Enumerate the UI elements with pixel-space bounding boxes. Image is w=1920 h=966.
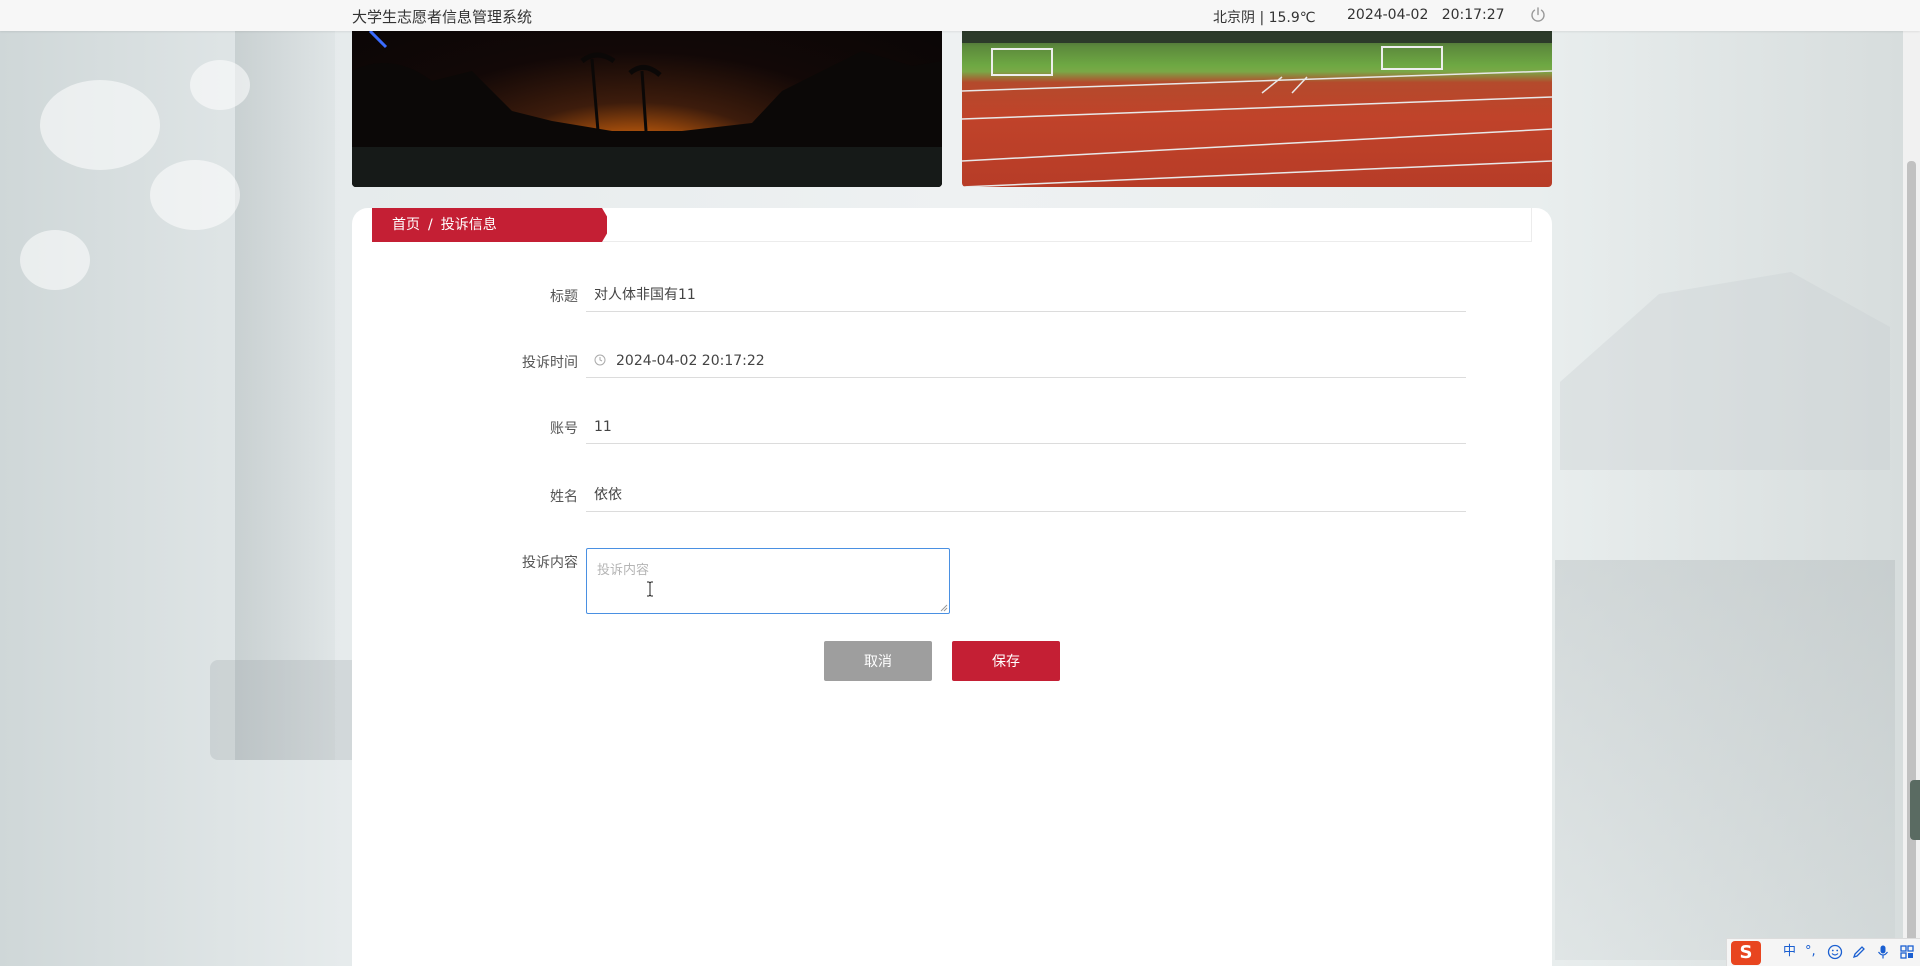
title-field[interactable]: 对人体非国有11 [586, 278, 1466, 312]
top-bar: 大学生志愿者信息管理系统 北京阴 | 15.9℃ 2024-04-02 20:1… [0, 0, 1920, 31]
background-blossom [20, 230, 90, 290]
name-field[interactable]: 依依 [586, 478, 1466, 512]
content-textarea-wrap [586, 548, 950, 614]
background-roof [1560, 272, 1890, 470]
ime-toolbar: S 中 °, [1726, 938, 1920, 966]
breadcrumb-home-link[interactable]: 首页 [392, 217, 420, 233]
cancel-button[interactable]: 取消 [824, 641, 932, 681]
time-label: 投诉时间 [522, 355, 578, 371]
background-blossom [40, 80, 160, 170]
banner-sunset-scene [352, 31, 942, 187]
side-tab-handle[interactable] [1910, 780, 1920, 840]
clock-icon [594, 354, 606, 366]
microphone-icon[interactable] [1875, 944, 1891, 960]
background-blossom [150, 160, 240, 230]
sogou-logo-icon[interactable]: S [1731, 941, 1761, 965]
weather-readout: 北京阴 | 15.9℃ [1213, 10, 1316, 26]
background-railing [1555, 560, 1895, 960]
ime-mode-toggle[interactable]: 中 [1783, 943, 1796, 961]
breadcrumb-separator: / [428, 217, 433, 233]
banner-sports-field [962, 31, 1552, 187]
time-field[interactable]: 2024-04-02 20:17:22 [586, 344, 1466, 378]
account-label: 账号 [550, 421, 578, 437]
power-icon[interactable] [1529, 6, 1547, 24]
breadcrumb-current: 投诉信息 [440, 217, 497, 233]
pen-icon[interactable] [1851, 944, 1867, 960]
time-value: 2024-04-02 20:17:22 [616, 353, 765, 369]
content-panel: 首页 / 投诉信息 标题 对人体非国有11 投诉时间 2024-04-02 20:1… [352, 208, 1552, 966]
content-label: 投诉内容 [522, 555, 578, 571]
name-label: 姓名 [550, 489, 578, 505]
datetime-readout: 2024-04-02 20:17:27 [1347, 7, 1505, 23]
content-textarea[interactable] [587, 549, 949, 613]
grid-menu-icon[interactable] [1899, 944, 1915, 960]
title-label: 标题 [550, 289, 578, 305]
app-title: 大学生志愿者信息管理系统 [352, 8, 533, 26]
resize-grip-icon[interactable] [940, 604, 948, 612]
banner-field-scene [962, 31, 1552, 187]
banner-sunset [352, 31, 942, 187]
background-pillar [235, 0, 335, 760]
ime-punctuation-toggle[interactable]: °, [1805, 943, 1816, 961]
background-blossom [190, 60, 250, 110]
emoji-icon[interactable] [1827, 944, 1843, 960]
background-pillar-base [210, 660, 360, 760]
account-field[interactable]: 11 [586, 410, 1466, 444]
save-button[interactable]: 保存 [952, 641, 1060, 681]
breadcrumb: 首页 / 投诉信息 [372, 208, 607, 242]
